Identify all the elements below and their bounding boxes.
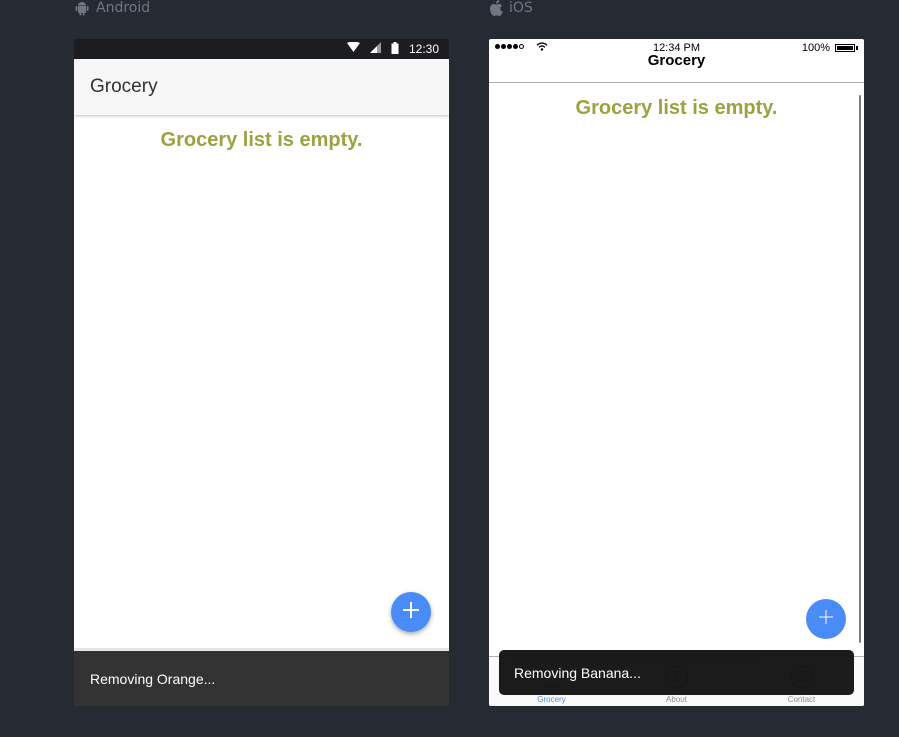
battery-icon bbox=[835, 44, 855, 52]
battery-icon bbox=[391, 41, 399, 57]
apple-icon bbox=[489, 0, 503, 16]
android-device: 12:30 Grocery Grocery list is empty. Rem… bbox=[74, 39, 449, 706]
empty-list-message: Grocery list is empty. bbox=[160, 129, 363, 151]
plus-icon bbox=[403, 601, 419, 623]
cell-signal-icon bbox=[369, 42, 381, 56]
page-title: Grocery bbox=[647, 52, 706, 69]
toast-text: Removing Banana... bbox=[514, 664, 641, 681]
ios-label: iOS bbox=[509, 0, 533, 16]
empty-list-message: Grocery list is empty. bbox=[575, 97, 778, 119]
nav-bar-divider bbox=[489, 82, 864, 83]
scrollbar[interactable] bbox=[859, 95, 861, 643]
page-title: Grocery bbox=[90, 76, 158, 97]
plus-icon bbox=[819, 609, 833, 629]
tab-label: Contact bbox=[787, 695, 816, 704]
add-item-button[interactable] bbox=[806, 599, 846, 639]
tab-label: About bbox=[666, 695, 687, 704]
android-status-bar: 12:30 bbox=[74, 39, 449, 59]
ios-platform-label: iOS bbox=[489, 0, 533, 16]
wifi-icon bbox=[346, 41, 360, 56]
ios-device: 12:34 PM 100% Grocery Grocery list is em… bbox=[489, 39, 864, 706]
android-toolbar: Grocery bbox=[74, 59, 449, 115]
android-label: Android bbox=[96, 0, 151, 16]
android-platform-label: Android bbox=[74, 0, 150, 16]
add-item-button[interactable] bbox=[391, 592, 431, 632]
snackbar: Removing Orange... bbox=[74, 651, 449, 706]
android-status-time: 12:30 bbox=[408, 42, 439, 56]
toast-notification: Removing Banana... bbox=[499, 650, 854, 695]
tab-label: Grocery bbox=[537, 695, 566, 704]
snackbar-text: Removing Orange... bbox=[90, 670, 216, 687]
android-icon bbox=[74, 0, 90, 16]
